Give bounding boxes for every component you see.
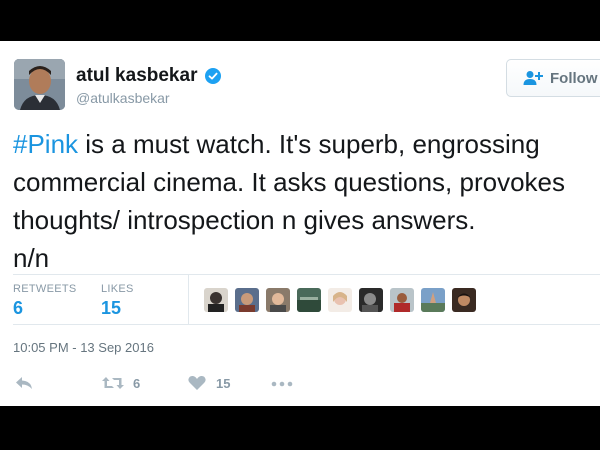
tweet-line: thoughts/ introspection n gives answers. xyxy=(13,205,476,235)
liker-avatar[interactable] xyxy=(328,288,352,312)
liker-avatar[interactable] xyxy=(297,288,321,312)
likes-count[interactable]: 15 xyxy=(101,298,121,319)
add-user-icon xyxy=(523,71,543,85)
tweet-card: atul kasbekar @atulkasbekar Follow #Pink… xyxy=(0,41,600,406)
author-avatar[interactable] xyxy=(14,59,65,110)
retweets-label: RETWEETS xyxy=(13,283,77,295)
hashtag-link[interactable]: #Pink xyxy=(13,129,78,159)
retweet-button[interactable]: 6 xyxy=(101,372,151,394)
retweets-count[interactable]: 6 xyxy=(13,298,23,319)
liker-avatar[interactable] xyxy=(390,288,414,312)
liker-avatar[interactable] xyxy=(266,288,290,312)
tweet-line-text: is a must watch. It's superb, engrossing xyxy=(78,129,540,159)
verified-badge-icon xyxy=(205,68,221,84)
tweet-stats: RETWEETS 6 LIKES 15 xyxy=(0,274,600,324)
liker-avatar[interactable] xyxy=(421,288,445,312)
retweet-count: 6 xyxy=(133,376,141,391)
author-handle[interactable]: @atulkasbekar xyxy=(76,90,170,106)
liker-avatar[interactable] xyxy=(235,288,259,312)
tweet-line: n/n xyxy=(13,243,50,273)
liker-avatar[interactable] xyxy=(204,288,228,312)
stats-separator xyxy=(188,274,189,324)
liker-avatar[interactable] xyxy=(452,288,476,312)
reply-icon xyxy=(16,377,32,389)
tweet-line: #Pink is a must watch. It's superb, engr… xyxy=(13,125,600,163)
liker-avatar[interactable] xyxy=(359,288,383,312)
author-display-name[interactable]: atul kasbekar xyxy=(76,65,197,87)
follow-button[interactable]: Follow xyxy=(506,59,600,97)
more-button[interactable] xyxy=(271,372,295,394)
tweet-line: commercial cinema. It asks questions, pr… xyxy=(13,167,565,197)
like-count: 15 xyxy=(216,376,231,391)
likes-label: LIKES xyxy=(101,283,134,295)
heart-icon xyxy=(188,375,206,390)
divider xyxy=(13,324,600,325)
more-icon xyxy=(271,381,293,387)
retweet-icon xyxy=(102,377,124,389)
tweet-text: #Pink is a must watch. It's superb, engr… xyxy=(13,125,600,277)
follow-label: Follow xyxy=(550,70,598,87)
like-button[interactable]: 15 xyxy=(188,372,238,394)
reply-button[interactable] xyxy=(14,372,44,394)
tweet-timestamp[interactable]: 10:05 PM - 13 Sep 2016 xyxy=(13,340,154,355)
